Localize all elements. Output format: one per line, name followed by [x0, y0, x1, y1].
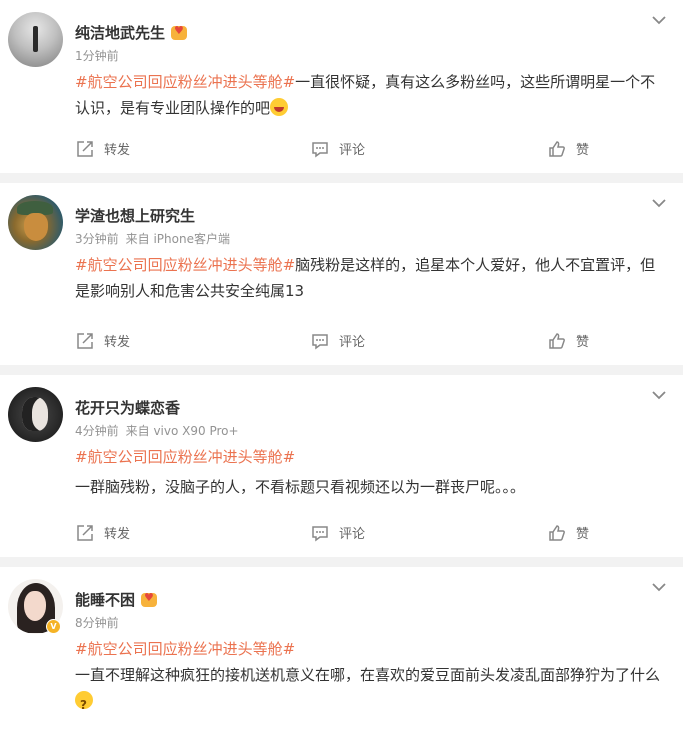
post-meta: 1分钟前 [75, 47, 119, 64]
thumbs-up-icon [549, 524, 565, 541]
username[interactable]: 学渣也想上研究生 [75, 205, 195, 226]
chevron-down-icon[interactable] [651, 12, 667, 28]
username-text[interactable]: 花开只为蝶恋香 [75, 397, 180, 418]
thinking-emoji-icon [75, 691, 93, 718]
forward-label: 转发 [104, 527, 131, 542]
comment-label: 评论 [339, 143, 366, 158]
chevron-down-icon[interactable] [651, 195, 667, 211]
like-button[interactable]: 赞 [548, 139, 589, 158]
action-bar: 转发 评论 赞 [0, 523, 683, 543]
chevron-down-icon[interactable] [651, 579, 667, 595]
like-label: 赞 [576, 335, 590, 350]
username-text[interactable]: 纯洁地武先生 [75, 22, 165, 43]
comment-icon [312, 333, 328, 349]
post-meta: 8分钟前 [75, 614, 119, 631]
post-text: 一直不理解这种疯狂的接机送机意义在哪，在喜欢的爱豆面前头发凌乱面部狰狞为了什么 [75, 666, 661, 684]
forward-button[interactable]: 转发 [76, 139, 130, 158]
username-text[interactable]: 学渣也想上研究生 [75, 205, 195, 226]
avatar[interactable] [8, 195, 63, 250]
comment-label: 评论 [339, 527, 366, 542]
topic-link[interactable]: #航空公司回应粉丝冲进头等舱# [75, 444, 665, 470]
comment-button[interactable]: 评论 [311, 331, 365, 350]
comment-label: 评论 [339, 335, 366, 350]
like-button[interactable]: 赞 [548, 523, 589, 542]
topic-link[interactable]: #航空公司回应粉丝冲进头等舱# [75, 256, 295, 274]
avatar[interactable] [8, 12, 63, 67]
username-text[interactable]: 能睡不困 [75, 589, 135, 610]
post-card: 花开只为蝶恋香 4分钟前 来自 vivo X90 Pro+ #航空公司回应粉丝冲进… [0, 375, 683, 557]
action-bar: 转发 评论 赞 [0, 139, 683, 159]
like-button[interactable]: 赞 [548, 331, 589, 350]
comment-icon [312, 525, 328, 541]
forward-label: 转发 [104, 143, 131, 158]
forward-icon [77, 140, 93, 157]
topic-link[interactable]: #航空公司回应粉丝冲进头等舱# [75, 73, 295, 91]
post-card: 纯洁地武先生 1分钟前 #航空公司回应粉丝冲进头等舱#一直很怀疑，真有这么多粉丝… [0, 0, 683, 173]
like-label: 赞 [576, 143, 590, 158]
action-bar: 转发 评论 赞 [0, 331, 683, 351]
post-content: #航空公司回应粉丝冲进头等舱#一直很怀疑，真有这么多粉丝吗，这些所谓明星一个不认… [75, 69, 665, 121]
post-source: 来自 vivo X90 Pro+ [125, 424, 239, 438]
like-label: 赞 [576, 527, 590, 542]
post-text: 一群脑残粉，没脑子的人，不看标题只看视频还以为一群丧尸呢。。。 [75, 478, 526, 496]
forward-button[interactable]: 转发 [76, 523, 130, 542]
username[interactable]: 能睡不困 [75, 589, 158, 610]
chevron-down-icon[interactable] [651, 387, 667, 403]
forward-icon [77, 332, 93, 349]
forward-label: 转发 [104, 335, 131, 350]
vip-heart-icon [171, 24, 188, 40]
post-content: #航空公司回应粉丝冲进头等舱#脑残粉是这样的，追星本个人爱好，他人不宜置评，但是… [75, 252, 665, 304]
username[interactable]: 纯洁地武先生 [75, 22, 188, 43]
post-meta: 3分钟前 来自 iPhone客户端 [75, 230, 230, 247]
post-source: 来自 iPhone客户端 [125, 232, 230, 246]
forward-button[interactable]: 转发 [76, 331, 130, 350]
vip-heart-icon [141, 591, 158, 607]
comment-icon [312, 141, 328, 157]
thumbs-up-icon [549, 332, 565, 349]
post-content: #航空公司回应粉丝冲进头等舱# 一直不理解这种疯狂的接机送机意义在哪，在喜欢的爱… [75, 636, 665, 718]
timestamp: 3分钟前 [75, 232, 119, 246]
post-meta: 4分钟前 来自 vivo X90 Pro+ [75, 422, 239, 439]
post-card: V 能睡不困 8分钟前 #航空公司回应粉丝冲进头等舱# 一直不理解这种疯狂的接机… [0, 567, 683, 739]
verified-badge-icon: V [46, 619, 61, 634]
timestamp: 1分钟前 [75, 49, 119, 63]
comment-feed: 纯洁地武先生 1分钟前 #航空公司回应粉丝冲进头等舱#一直很怀疑，真有这么多粉丝… [0, 0, 683, 739]
post-card: 学渣也想上研究生 3分钟前 来自 iPhone客户端 #航空公司回应粉丝冲进头等舱… [0, 183, 683, 365]
thumbs-up-icon [549, 140, 565, 157]
comment-button[interactable]: 评论 [311, 139, 365, 158]
avatar[interactable] [8, 387, 63, 442]
username[interactable]: 花开只为蝶恋香 [75, 397, 180, 418]
topic-link[interactable]: #航空公司回应粉丝冲进头等舱# [75, 636, 665, 662]
timestamp: 4分钟前 [75, 424, 119, 438]
laugh-emoji-icon [270, 98, 289, 116]
post-content: #航空公司回应粉丝冲进头等舱# 一群脑残粉，没脑子的人，不看标题只看视频还以为一… [75, 444, 665, 500]
timestamp: 8分钟前 [75, 616, 119, 630]
forward-icon [77, 524, 93, 541]
comment-button[interactable]: 评论 [311, 523, 365, 542]
